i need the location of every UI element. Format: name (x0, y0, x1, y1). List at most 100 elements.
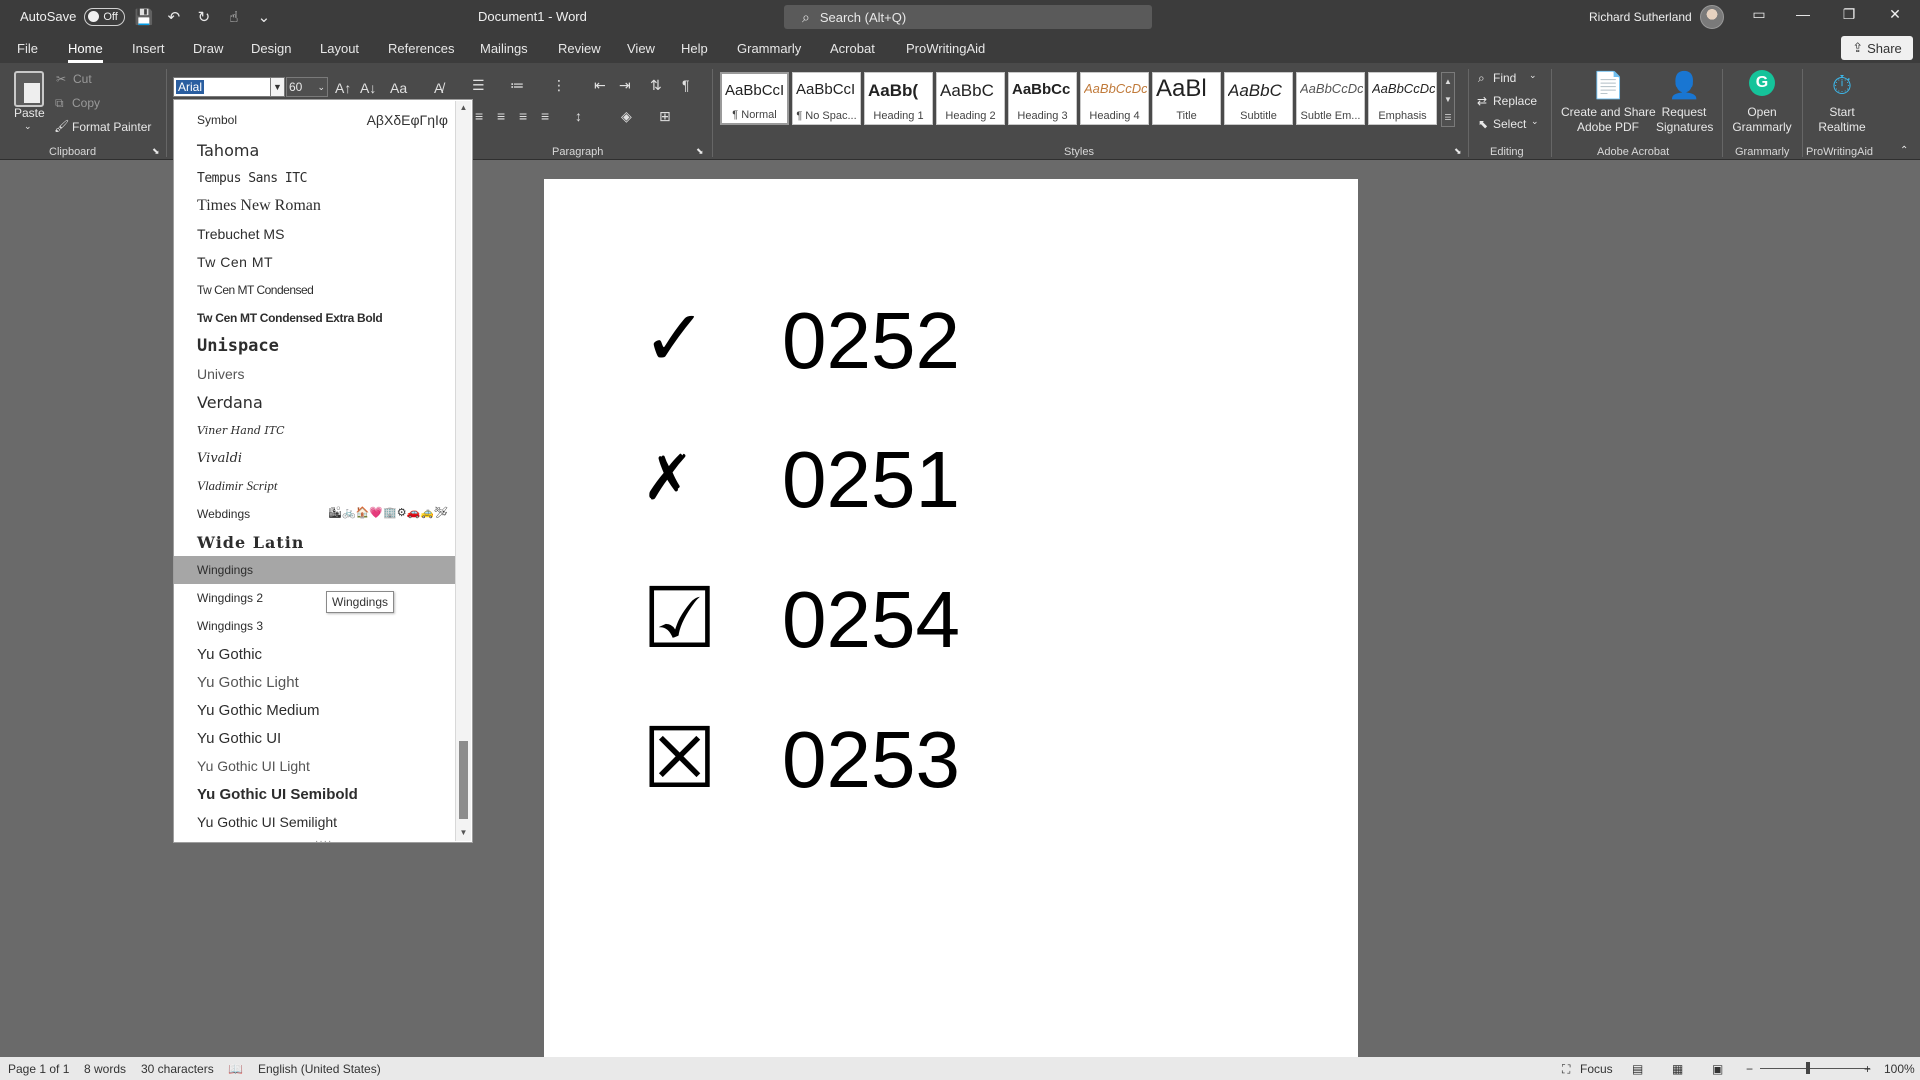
save-icon[interactable]: 💾 (133, 8, 155, 26)
font-item-wingdings-2[interactable]: Wingdings 2 (174, 584, 456, 612)
tab-home[interactable]: Home (68, 41, 103, 63)
find-dropdown-icon[interactable]: ⌄ (1529, 70, 1537, 81)
font-item-yu-gothic-ui[interactable]: Yu Gothic UI (174, 724, 456, 752)
shrink-font-icon[interactable]: A↓ (360, 80, 376, 96)
style-emphasis[interactable]: AaBbCcDc Emphasis (1368, 72, 1437, 125)
font-item-times-new-roman[interactable]: Times New Roman (174, 192, 456, 220)
tab-view[interactable]: View (627, 41, 655, 56)
change-case-icon[interactable]: Aa (390, 80, 407, 96)
font-item-yu-gothic-ui-light[interactable]: Yu Gothic UI Light (174, 752, 456, 780)
style-heading-2[interactable]: AaBbC Heading 2 (936, 72, 1005, 125)
zoom-out-icon[interactable]: − (1746, 1062, 1753, 1076)
share-button[interactable]: ⇪ Share (1841, 36, 1913, 60)
language[interactable]: English (United States) (258, 1062, 381, 1076)
font-size-input[interactable]: 60 ⌄ (286, 77, 328, 97)
search-box[interactable]: ⌕ Search (Alt+Q) (784, 5, 1152, 29)
increase-indent-icon[interactable]: ⇥ (619, 77, 631, 94)
format-painter-button[interactable]: Format Painter (72, 120, 151, 134)
grammarly-icon[interactable]: G (1749, 70, 1775, 96)
page-count[interactable]: Page 1 of 1 (8, 1062, 69, 1076)
create-share-pdf-button[interactable]: Create and Share Adobe PDF (1561, 105, 1656, 135)
font-item-webdings[interactable]: Webdings 🏙🚲🏠💗🏢⚙🚗🚕🛩 (174, 500, 456, 528)
font-item-tempus-sans[interactable]: Tempus Sans ITC (174, 164, 456, 192)
font-item-yu-gothic-medium[interactable]: Yu Gothic Medium (174, 696, 456, 724)
document-page[interactable]: ✓ 0252 ✗ 0251 ☑ 0254 ☒ 0253 (544, 179, 1358, 1057)
styles-scroll[interactable]: ▲ ▼ ☰ (1441, 72, 1455, 127)
font-item-vivaldi[interactable]: Vivaldi (174, 444, 456, 472)
prowritingaid-icon[interactable]: ⏱ (1827, 70, 1857, 102)
style-normal[interactable]: AaBbCcI ¶ Normal (720, 72, 789, 125)
tab-references[interactable]: References (388, 41, 454, 56)
font-item-unispace[interactable]: Unispace (174, 332, 456, 360)
font-item-yu-gothic-light[interactable]: Yu Gothic Light (174, 668, 456, 696)
tab-layout[interactable]: Layout (320, 41, 359, 56)
format-painter-icon[interactable]: 🖌 (54, 119, 69, 133)
close-icon[interactable]: ✕ (1880, 6, 1910, 23)
borders-icon[interactable]: ⊞ (659, 108, 671, 125)
font-item-yu-gothic-ui-semibold[interactable]: Yu Gothic UI Semibold (174, 780, 456, 808)
show-formatting-icon[interactable]: ¶ (682, 77, 690, 93)
line-spacing-icon[interactable]: ↕ (575, 108, 582, 124)
request-signatures-icon[interactable]: 👤 (1668, 70, 1700, 101)
font-name-dropdown-icon[interactable]: ▼ (271, 77, 285, 97)
shading-icon[interactable]: ◈ (621, 108, 632, 125)
paste-dropdown-icon[interactable]: ⌄ (24, 121, 32, 132)
chevron-down-icon[interactable]: ▼ (1442, 91, 1454, 109)
font-item-wingdings[interactable]: Wingdings (174, 556, 456, 584)
cut-button[interactable]: Cut (73, 72, 92, 86)
select-icon[interactable]: ⬉ (1478, 117, 1488, 131)
request-signatures-button[interactable]: Request Signatures (1656, 105, 1713, 135)
select-dropdown-icon[interactable]: ⌄ (1531, 116, 1539, 127)
select-button[interactable]: Select (1493, 117, 1526, 131)
align-left-icon[interactable]: ≡ (475, 108, 483, 124)
font-item-tw-cen-condensed[interactable]: Tw Cen MT Condensed (174, 276, 456, 304)
copy-button[interactable]: Copy (72, 96, 100, 110)
document-line[interactable]: ✗ 0251 (544, 435, 1358, 535)
style-heading-4[interactable]: AaBbCcDc Heading 4 (1080, 72, 1149, 125)
font-size-dropdown-icon[interactable]: ⌄ (317, 78, 325, 96)
cut-icon[interactable]: ✂ (56, 72, 66, 86)
clear-formatting-icon[interactable]: A̸ (434, 80, 443, 96)
clipboard-launcher-icon[interactable]: ⬊ (152, 146, 160, 157)
tab-insert[interactable]: Insert (132, 41, 165, 56)
replace-button[interactable]: Replace (1493, 94, 1537, 108)
align-right-icon[interactable]: ≡ (519, 108, 527, 124)
align-center-icon[interactable]: ≡ (497, 108, 505, 124)
style-heading-1[interactable]: AaBb(Heading 1 (864, 72, 933, 125)
document-line[interactable]: ☒ 0253 (544, 715, 1358, 815)
sort-icon[interactable]: ⇅ (650, 77, 662, 94)
grow-font-icon[interactable]: A↑ (335, 80, 351, 96)
font-item-wide-latin[interactable]: Wide Latin (174, 528, 456, 556)
paragraph-launcher-icon[interactable]: ⬊ (696, 146, 704, 157)
customize-qat-icon[interactable]: ⌄ (253, 8, 275, 26)
scroll-down-icon[interactable]: ▼ (456, 826, 471, 840)
resize-grip-icon[interactable]: ···· (315, 836, 332, 847)
web-layout-icon[interactable]: ▣ (1712, 1062, 1723, 1076)
zoom-slider-thumb[interactable] (1806, 1062, 1810, 1074)
tab-mailings[interactable]: Mailings (480, 41, 528, 56)
redo-icon[interactable]: ↻ (193, 8, 215, 26)
tab-prowritingaid[interactable]: ProWritingAid (906, 41, 985, 56)
zoom-level[interactable]: 100% (1884, 1062, 1915, 1076)
scroll-thumb[interactable] (459, 741, 468, 819)
font-item-tw-cen-condensed-extra-bold[interactable]: Tw Cen MT Condensed Extra Bold (174, 304, 456, 332)
decrease-indent-icon[interactable]: ⇤ (594, 77, 606, 94)
font-item-trebuchet[interactable]: Trebuchet MS (174, 220, 456, 248)
user-name[interactable]: Richard Sutherland (1589, 10, 1692, 24)
font-item-univers[interactable]: Univers (174, 360, 456, 388)
avatar[interactable] (1700, 5, 1724, 29)
font-item-verdana[interactable]: Verdana (174, 388, 456, 416)
start-realtime-button[interactable]: Start Realtime (1810, 105, 1874, 135)
open-grammarly-button[interactable]: Open Grammarly (1730, 105, 1794, 135)
touch-mode-icon[interactable]: ☝ (223, 8, 245, 26)
font-item-yu-gothic[interactable]: Yu Gothic (174, 640, 456, 668)
font-name-input[interactable]: Arial (173, 77, 271, 97)
style-subtitle[interactable]: AaBbC Subtitle (1224, 72, 1293, 125)
restore-icon[interactable]: ❐ (1834, 6, 1864, 23)
print-layout-icon[interactable]: ▦ (1672, 1062, 1683, 1076)
replace-icon[interactable]: ⇄ (1477, 94, 1487, 108)
bullets-icon[interactable]: ☰ (472, 77, 485, 94)
font-item-wingdings-3[interactable]: Wingdings 3 (174, 612, 456, 640)
document-line[interactable]: ☑ 0254 (544, 575, 1358, 675)
font-item-vladimir-script[interactable]: Vladimir Script (174, 472, 456, 500)
